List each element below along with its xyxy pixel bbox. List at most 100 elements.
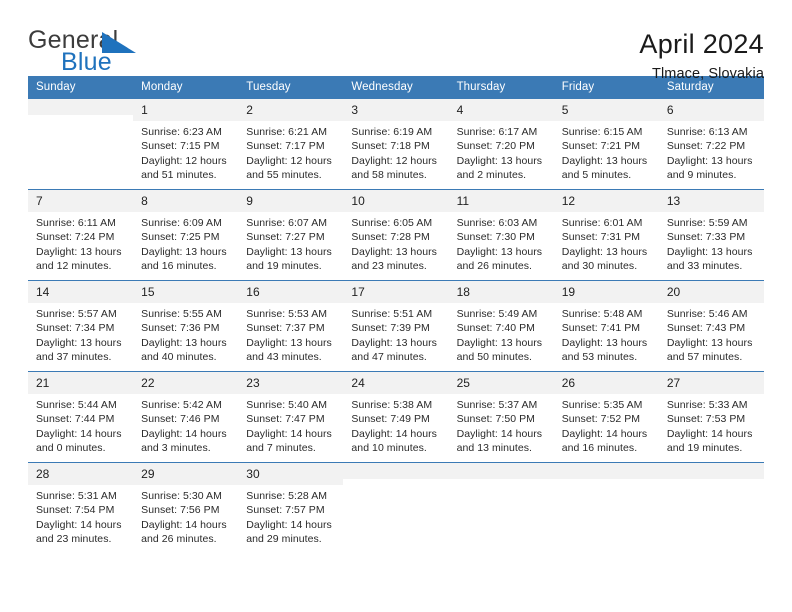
day-details: Sunrise: 6:03 AM Sunset: 7:30 PM Daylight:… <box>449 212 554 273</box>
day-number: 17 <box>343 281 449 303</box>
day-details: Sunrise: 5:31 AM Sunset: 7:54 PM Daylight:… <box>28 485 133 546</box>
calendar-day-cell[interactable]: 14 Sunrise: 5:57 AM Sunset: 7:34 PM Dayligh… <box>28 280 134 372</box>
calendar-day-cell[interactable]: 11 Sunrise: 6:03 AM Sunset: 7:30 PM Dayligh… <box>448 189 554 281</box>
calendar-day-cell[interactable]: 22 Sunrise: 5:42 AM Sunset: 7:46 PM Dayligh… <box>133 371 239 463</box>
daylight-text-line2: and 43 minutes. <box>246 350 322 363</box>
day-number: 25 <box>448 372 554 394</box>
calendar-day-cell[interactable]: 10 Sunrise: 6:05 AM Sunset: 7:28 PM Dayligh… <box>343 189 449 281</box>
calendar-day-cell[interactable]: 21 Sunrise: 5:44 AM Sunset: 7:44 PM Dayligh… <box>28 371 134 463</box>
calendar-day-cell[interactable]: 25 Sunrise: 5:37 AM Sunset: 7:50 PM Dayligh… <box>448 371 554 463</box>
day-details: Sunrise: 5:46 AM Sunset: 7:43 PM Daylight:… <box>659 303 764 364</box>
day-number <box>658 463 764 479</box>
calendar-day-cell[interactable]: 4 Sunrise: 6:17 AM Sunset: 7:20 PM Daylight… <box>448 98 554 190</box>
day-cell-inner: 21 Sunrise: 5:44 AM Sunset: 7:44 PM Dayligh… <box>28 372 134 462</box>
day-cell-inner: 17 Sunrise: 5:51 AM Sunset: 7:39 PM Dayligh… <box>343 281 449 371</box>
day-number: 27 <box>658 372 764 394</box>
weekday-header-thursday: Thursday <box>448 76 554 99</box>
day-cell-inner: 25 Sunrise: 5:37 AM Sunset: 7:50 PM Dayligh… <box>448 372 554 462</box>
calendar-day-cell[interactable]: 13 Sunrise: 5:59 AM Sunset: 7:33 PM Dayligh… <box>658 189 764 281</box>
day-number <box>553 463 659 479</box>
day-cell-inner: 19 Sunrise: 5:48 AM Sunset: 7:41 PM Dayligh… <box>553 281 659 371</box>
day-details: Sunrise: 5:49 AM Sunset: 7:40 PM Daylight:… <box>449 303 554 364</box>
calendar-day-cell[interactable]: 7 Sunrise: 6:11 AM Sunset: 7:24 PM Daylight… <box>28 189 134 281</box>
calendar-day-cell[interactable]: 6 Sunrise: 6:13 AM Sunset: 7:22 PM Daylight… <box>658 98 764 190</box>
sunset-text: Sunset: 7:28 PM <box>351 231 430 244</box>
calendar-day-cell[interactable]: 3 Sunrise: 6:19 AM Sunset: 7:18 PM Daylight… <box>343 98 449 190</box>
daylight-text-line2: and 19 minutes. <box>666 441 743 454</box>
sunrise-text: Sunrise: 5:55 AM <box>141 308 222 320</box>
calendar-day-cell[interactable]: 28 Sunrise: 5:31 AM Sunset: 7:54 PM Dayligh… <box>28 462 134 554</box>
sunset-text: Sunset: 7:34 PM <box>36 322 115 335</box>
sunrise-text: Sunrise: 6:19 AM <box>351 126 433 138</box>
sunset-text: Sunset: 7:57 PM <box>246 504 325 517</box>
calendar-day-cell[interactable]: 17 Sunrise: 5:51 AM Sunset: 7:39 PM Dayligh… <box>343 280 449 372</box>
day-details: Sunrise: 5:37 AM Sunset: 7:50 PM Daylight:… <box>449 394 554 455</box>
daylight-text-line2: and 23 minutes. <box>351 259 427 272</box>
day-cell-inner: 30 Sunrise: 5:28 AM Sunset: 7:57 PM Dayligh… <box>238 463 344 554</box>
daylight-text-line1: Daylight: 13 hours <box>351 336 437 349</box>
sunset-text: Sunset: 7:36 PM <box>141 322 220 335</box>
general-blue-logo[interactable]: General Blue <box>28 26 158 78</box>
day-number: 22 <box>133 372 239 394</box>
day-number: 7 <box>28 190 134 212</box>
calendar-day-cell[interactable]: 19 Sunrise: 5:48 AM Sunset: 7:41 PM Dayligh… <box>553 280 659 372</box>
day-details: Sunrise: 5:53 AM Sunset: 7:37 PM Daylight:… <box>238 303 343 364</box>
day-number: 14 <box>28 281 134 303</box>
daylight-text-line2: and 55 minutes. <box>246 168 322 181</box>
sunrise-text: Sunrise: 6:03 AM <box>456 217 538 229</box>
calendar-day-cell[interactable]: 1 Sunrise: 6:23 AM Sunset: 7:15 PM Daylight… <box>133 98 239 190</box>
day-cell-inner <box>448 463 554 554</box>
day-number: 8 <box>133 190 239 212</box>
day-cell-inner: 6 Sunrise: 6:13 AM Sunset: 7:22 PM Daylight… <box>658 99 764 189</box>
calendar-day-cell[interactable]: 23 Sunrise: 5:40 AM Sunset: 7:47 PM Dayligh… <box>238 371 344 463</box>
calendar-day-cell[interactable]: 9 Sunrise: 6:07 AM Sunset: 7:27 PM Daylight… <box>238 189 344 281</box>
sunset-text: Sunset: 7:18 PM <box>351 140 430 153</box>
daylight-text-line1: Daylight: 13 hours <box>36 336 122 349</box>
sunset-text: Sunset: 7:33 PM <box>666 231 746 244</box>
calendar-day-cell[interactable]: 24 Sunrise: 5:38 AM Sunset: 7:49 PM Dayligh… <box>343 371 449 463</box>
sunrise-text: Sunrise: 5:38 AM <box>351 399 433 411</box>
calendar-day-cell[interactable]: 8 Sunrise: 6:09 AM Sunset: 7:25 PM Daylight… <box>133 189 239 281</box>
calendar-day-cell[interactable]: 27 Sunrise: 5:33 AM Sunset: 7:53 PM Dayligh… <box>658 371 764 463</box>
calendar-day-cell[interactable]: 30 Sunrise: 5:28 AM Sunset: 7:57 PM Dayligh… <box>238 462 344 554</box>
day-details: Sunrise: 5:48 AM Sunset: 7:41 PM Daylight:… <box>554 303 659 364</box>
daylight-text-line1: Daylight: 14 hours <box>246 518 332 531</box>
day-number: 13 <box>658 190 764 212</box>
day-details: Sunrise: 6:19 AM Sunset: 7:18 PM Daylight:… <box>343 121 448 182</box>
calendar-day-cell[interactable]: 15 Sunrise: 5:55 AM Sunset: 7:36 PM Dayligh… <box>133 280 239 372</box>
day-details: Sunrise: 5:57 AM Sunset: 7:34 PM Daylight:… <box>28 303 133 364</box>
sunrise-text: Sunrise: 6:13 AM <box>666 126 748 138</box>
calendar-day-cell[interactable]: 18 Sunrise: 5:49 AM Sunset: 7:40 PM Dayligh… <box>448 280 554 372</box>
sunrise-text: Sunrise: 6:23 AM <box>141 126 222 138</box>
calendar-day-cell[interactable]: 16 Sunrise: 5:53 AM Sunset: 7:37 PM Dayligh… <box>238 280 344 372</box>
calendar-day-cell[interactable]: 5 Sunrise: 6:15 AM Sunset: 7:21 PM Daylight… <box>553 98 659 190</box>
calendar-day-cell[interactable]: 20 Sunrise: 5:46 AM Sunset: 7:43 PM Dayligh… <box>658 280 764 372</box>
daylight-text-line2: and 2 minutes. <box>456 168 527 181</box>
daylight-text-line2: and 57 minutes. <box>666 350 743 363</box>
day-number: 5 <box>553 99 659 121</box>
day-details: Sunrise: 6:09 AM Sunset: 7:25 PM Daylight:… <box>133 212 238 273</box>
calendar-day-cell[interactable]: 26 Sunrise: 5:35 AM Sunset: 7:52 PM Dayligh… <box>553 371 659 463</box>
day-cell-inner: 10 Sunrise: 6:05 AM Sunset: 7:28 PM Dayligh… <box>343 190 449 280</box>
daylight-text-line1: Daylight: 12 hours <box>141 154 227 167</box>
day-details: Sunrise: 6:15 AM Sunset: 7:21 PM Daylight:… <box>554 121 659 182</box>
day-cell-inner: 24 Sunrise: 5:38 AM Sunset: 7:49 PM Dayligh… <box>343 372 449 462</box>
day-number: 15 <box>133 281 239 303</box>
day-cell-inner <box>343 463 449 554</box>
day-number: 20 <box>658 281 764 303</box>
calendar-day-cell[interactable]: 2 Sunrise: 6:21 AM Sunset: 7:17 PM Daylight… <box>238 98 344 190</box>
daylight-text-line1: Daylight: 13 hours <box>666 336 753 349</box>
calendar-day-cell[interactable]: 29 Sunrise: 5:30 AM Sunset: 7:56 PM Dayligh… <box>133 462 239 554</box>
daylight-text-line2: and 12 minutes. <box>36 259 112 272</box>
daylight-text-line1: Daylight: 14 hours <box>666 427 753 440</box>
day-cell-inner: 23 Sunrise: 5:40 AM Sunset: 7:47 PM Dayligh… <box>238 372 344 462</box>
calendar-day-cell <box>343 462 449 554</box>
daylight-text-line1: Daylight: 13 hours <box>666 154 753 167</box>
day-details: Sunrise: 6:11 AM Sunset: 7:24 PM Daylight:… <box>28 212 133 273</box>
daylight-text-line1: Daylight: 12 hours <box>351 154 437 167</box>
daylight-text-line2: and 7 minutes. <box>246 441 316 454</box>
daylight-text-line2: and 26 minutes. <box>141 532 217 545</box>
day-number: 10 <box>343 190 449 212</box>
calendar-day-cell[interactable]: 12 Sunrise: 6:01 AM Sunset: 7:31 PM Dayligh… <box>553 189 659 281</box>
day-cell-inner: 18 Sunrise: 5:49 AM Sunset: 7:40 PM Dayligh… <box>448 281 554 371</box>
